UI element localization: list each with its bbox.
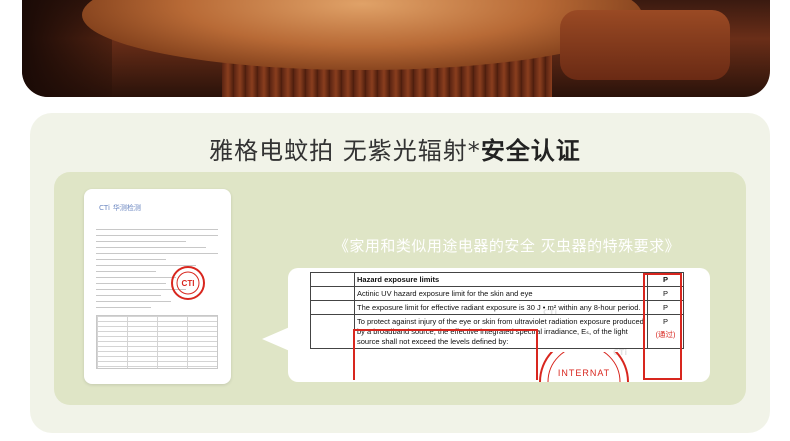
table-cell — [310, 272, 355, 287]
cti-logo: CTi 华测检测 — [96, 203, 141, 213]
report-rule — [96, 277, 176, 278]
result-highlight — [643, 273, 682, 380]
cti-stamp-text: CTI — [182, 279, 195, 288]
intertek-stamp-text: INTERNAT — [558, 368, 610, 378]
table-cell — [310, 314, 355, 349]
report-rule — [96, 295, 161, 296]
report-rule — [96, 247, 206, 248]
photo-table — [82, 0, 642, 70]
report-rule — [96, 301, 171, 302]
photo-chair — [560, 10, 730, 80]
table-row: Hazard exposure limits P — [310, 272, 684, 287]
report-rule — [96, 307, 151, 308]
product-photo — [22, 0, 770, 97]
cti-logo-sub: 华测检测 — [112, 204, 141, 212]
table-cell: Actinic UV hazard exposure limit for the… — [354, 286, 648, 301]
report-rule — [96, 241, 186, 242]
report-table — [96, 315, 218, 369]
table-row: Actinic UV hazard exposure limit for the… — [310, 286, 684, 301]
table-row: The exposure limit for effective radiant… — [310, 300, 684, 315]
text-highlight — [353, 329, 538, 380]
report-rule — [96, 235, 218, 236]
cti-stamp: CTI — [171, 266, 205, 300]
section-title-bold: 安全认证 — [480, 137, 581, 165]
cti-logo-text: CTi — [99, 204, 110, 212]
report-rule — [96, 229, 218, 230]
table-cell — [310, 300, 355, 315]
report-rule — [96, 259, 166, 260]
table-cell — [310, 286, 355, 301]
section-title: 雅格电蚊拍 无紫光辐射*安全认证 — [0, 131, 790, 166]
report-rule — [96, 253, 218, 254]
table-cell: The exposure limit for effective radiant… — [354, 300, 648, 315]
report-rule — [96, 283, 166, 284]
section-title-normal: 雅格电蚊拍 无紫光辐射* — [209, 137, 481, 165]
report-rule — [96, 271, 156, 272]
intertek-stamp: INTERNAT — [539, 352, 629, 382]
table-cell: Hazard exposure limits — [354, 272, 648, 287]
test-report-thumbnail: CTi 华测检测 CTI — [84, 189, 231, 384]
standard-title: 《家用和类似用途电器的安全 灭虫器的特殊要求》 — [333, 237, 681, 255]
